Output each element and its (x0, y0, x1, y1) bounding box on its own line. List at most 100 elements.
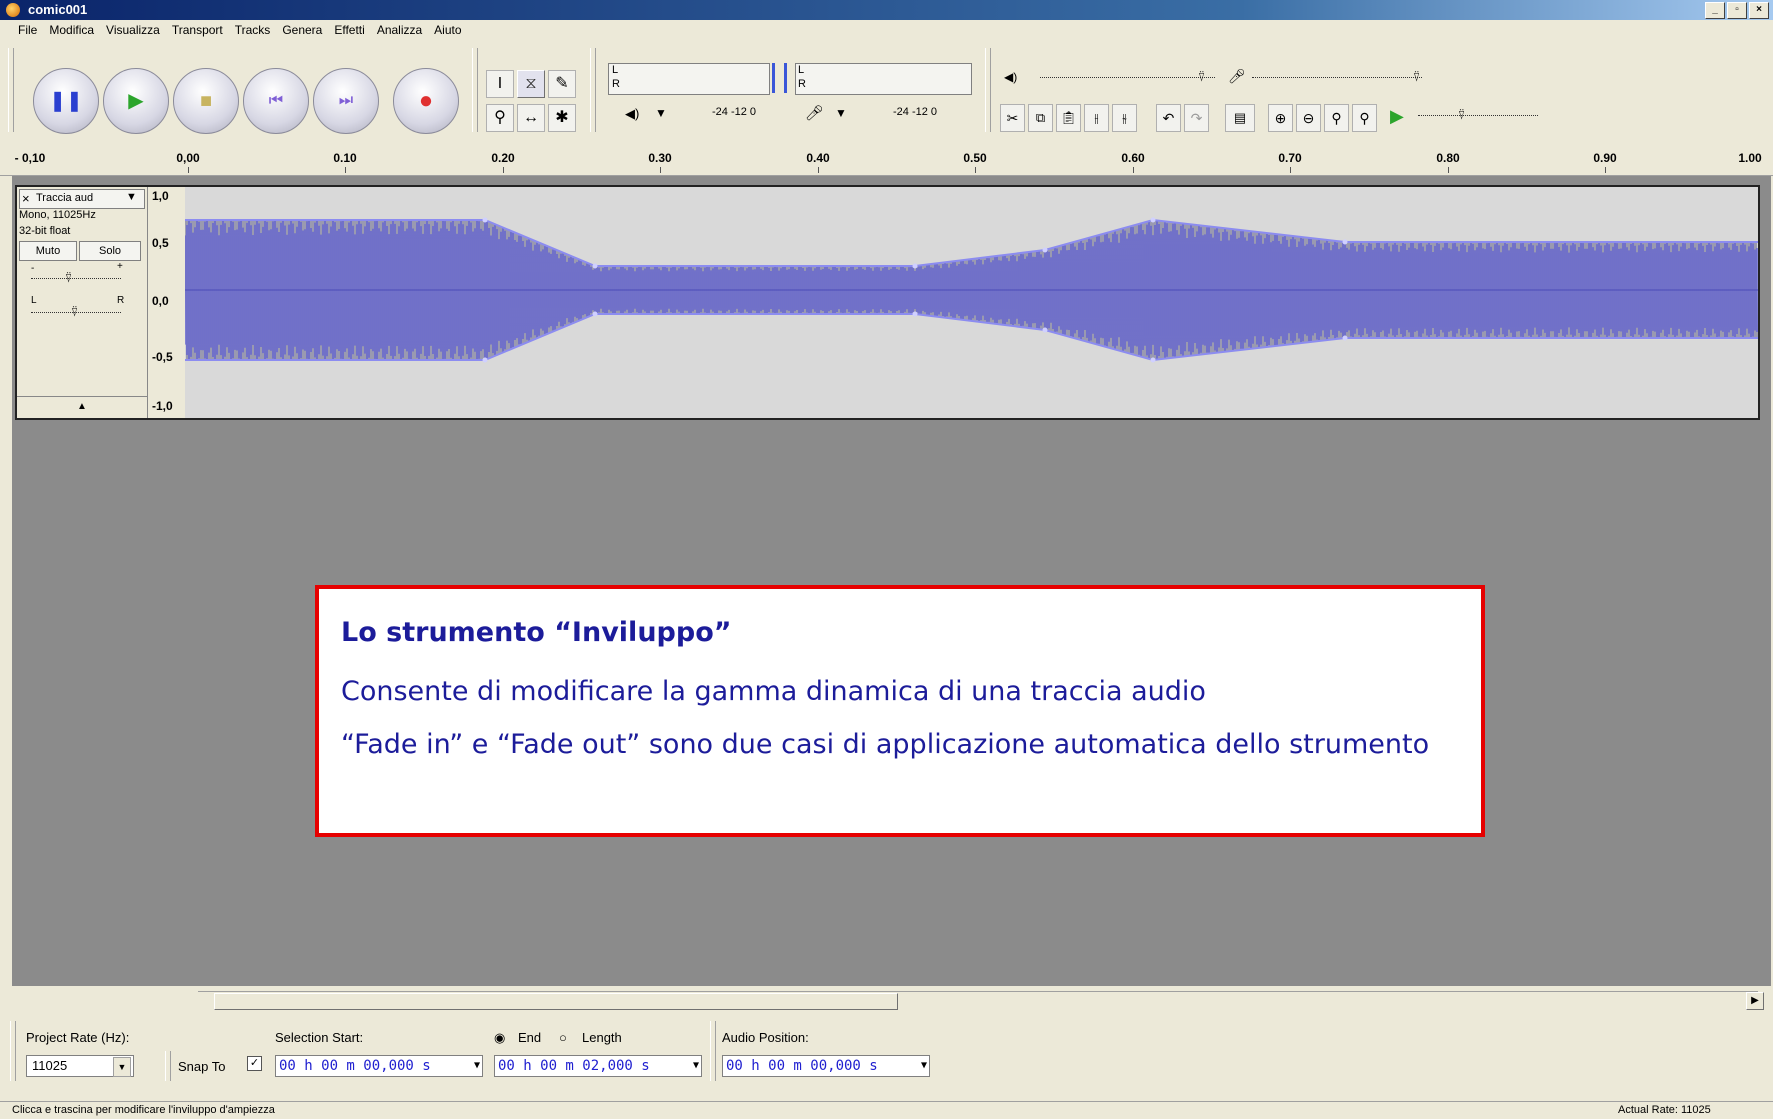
output-volume-icon: ◀) (1004, 70, 1018, 84)
envelope-control-point[interactable] (912, 311, 918, 317)
input-meter[interactable] (795, 63, 972, 95)
trim-button[interactable]: ⫲ (1084, 104, 1109, 132)
tools-grip[interactable] (472, 48, 478, 132)
meter-grip[interactable] (590, 48, 596, 132)
envelope-control-point[interactable] (1150, 217, 1156, 223)
selection-tool[interactable]: I (486, 70, 514, 98)
sync-lock-button[interactable]: ▤ (1225, 104, 1255, 132)
microphone-icon[interactable]: 🎤︎ (805, 104, 824, 122)
audio-position-field[interactable]: 00 h 00 m 00,000 s ▼ (722, 1055, 930, 1077)
menu-effetti[interactable]: Effetti (328, 20, 370, 40)
envelope-control-point[interactable] (1042, 247, 1048, 253)
format-menu-icon[interactable]: ▼ (474, 1056, 480, 1076)
envelope-control-point[interactable] (1342, 335, 1348, 341)
input-meter-menu-icon[interactable]: ▼ (835, 106, 847, 120)
fit-selection-button[interactable]: ⚲ (1324, 104, 1349, 132)
menu-aiuto[interactable]: Aiuto (428, 20, 467, 40)
zoom-tool[interactable]: ⚲ (486, 104, 514, 132)
play-button[interactable]: ▶ (103, 68, 169, 134)
output-meter[interactable] (608, 63, 770, 95)
menu-transport[interactable]: Transport (166, 20, 229, 40)
paste-button[interactable]: 📋︎ (1056, 104, 1081, 132)
envelope-control-point[interactable] (592, 311, 598, 317)
multi-tool[interactable]: ✱ (548, 104, 576, 132)
waveform-area[interactable] (184, 187, 1758, 418)
minimize-button[interactable]: _ (1705, 2, 1725, 19)
speaker-icon[interactable]: ◀) (625, 106, 639, 122)
redo-button[interactable]: ↷ (1184, 104, 1209, 132)
format-menu-icon[interactable]: ▼ (921, 1056, 927, 1076)
format-menu-icon[interactable]: ▼ (693, 1056, 699, 1076)
dropdown-arrow-icon[interactable]: ▼ (113, 1057, 131, 1077)
timeshift-tool[interactable]: ↔ (517, 104, 545, 132)
slider-knob[interactable]: ⍢ (1458, 108, 1470, 122)
close-track-icon[interactable]: × (22, 191, 30, 206)
project-rate-value: 11025 (32, 1058, 68, 1073)
scroll-right-button[interactable]: ▶ (1746, 992, 1764, 1010)
length-radio[interactable]: ○ (559, 1030, 567, 1045)
mute-button[interactable]: Muto (19, 241, 77, 261)
menu-analizza[interactable]: Analizza (371, 20, 428, 40)
envelope-control-point[interactable] (1150, 357, 1156, 363)
play-speed-slider[interactable]: ⍢ (1418, 108, 1538, 122)
project-rate-select[interactable]: 11025 ▼ (26, 1055, 134, 1077)
output-meter-menu-icon[interactable]: ▼ (655, 106, 667, 120)
pan-slider[interactable]: ⍢ (31, 305, 121, 319)
stop-button[interactable]: ■ (173, 68, 239, 134)
horizontal-scrollbar[interactable] (198, 991, 1758, 1010)
envelope-control-point[interactable] (912, 263, 918, 269)
track-name-button[interactable]: × Traccia aud ▼ (19, 189, 145, 209)
record-button[interactable]: ● (393, 68, 459, 134)
scrollbar-thumb[interactable] (214, 993, 898, 1010)
mixer-grip[interactable] (985, 48, 991, 132)
project-rate-label: Project Rate (Hz): (26, 1030, 130, 1045)
toolbar-grip[interactable] (8, 48, 14, 132)
track-menu-arrow-icon[interactable]: ▼ (126, 191, 137, 203)
selection-end-field[interactable]: 00 h 00 m 02,000 s ▼ (494, 1055, 702, 1077)
draw-tool[interactable]: ✎ (548, 70, 576, 98)
output-volume-slider[interactable]: ⍢ (1040, 70, 1215, 84)
selection-bar-grip[interactable] (10, 1021, 16, 1081)
pause-icon: ❚❚ (49, 90, 83, 112)
fit-project-button[interactable]: ⚲ (1352, 104, 1377, 132)
ruler-tick (1133, 167, 1134, 173)
cut-button[interactable]: ✂ (1000, 104, 1025, 132)
slider-knob[interactable]: ⍢ (71, 305, 83, 319)
envelope-tool[interactable]: ⧖ (517, 70, 545, 98)
snap-to-checkbox[interactable]: ✓ (247, 1056, 262, 1071)
envelope-control-point[interactable] (1042, 327, 1048, 333)
play-at-speed-icon[interactable]: ▶ (1390, 106, 1404, 127)
slider-knob[interactable]: ⍢ (1198, 70, 1210, 84)
menu-tracks[interactable]: Tracks (229, 20, 277, 40)
waveform[interactable] (184, 187, 1758, 418)
timeline-ruler[interactable]: - 0,10 0,00 0.10 0.20 0.30 0.40 0.50 0.6… (0, 145, 1773, 176)
skip-start-button[interactable]: ⏮ (243, 68, 309, 134)
input-volume-slider[interactable]: ⍢ (1252, 70, 1422, 84)
envelope-control-point[interactable] (592, 263, 598, 269)
menu-genera[interactable]: Genera (276, 20, 328, 40)
menu-file[interactable]: File (12, 20, 43, 40)
menu-modifica[interactable]: Modifica (43, 20, 100, 40)
zoom-in-button[interactable]: ⊕ (1268, 104, 1293, 132)
zoom-out-button[interactable]: ⊖ (1296, 104, 1321, 132)
envelope-control-point[interactable] (482, 217, 488, 223)
envelope-control-point[interactable] (1342, 239, 1348, 245)
collapse-track-button[interactable]: ▲ (17, 396, 147, 419)
pause-button[interactable]: ❚❚ (33, 68, 99, 134)
solo-button[interactable]: Solo (79, 241, 141, 261)
slider-knob[interactable]: ⍢ (65, 271, 77, 285)
snap-grip (165, 1051, 171, 1081)
menu-visualizza[interactable]: Visualizza (100, 20, 166, 40)
close-button[interactable]: × (1749, 2, 1769, 19)
maximize-button[interactable]: ▫ (1727, 2, 1747, 19)
envelope-control-point[interactable] (482, 357, 488, 363)
copy-button[interactable]: ⧉ (1028, 104, 1053, 132)
silence-button[interactable]: ⫳ (1112, 104, 1137, 132)
selection-start-field[interactable]: 00 h 00 m 00,000 s ▼ (275, 1055, 483, 1077)
gain-slider[interactable]: ⍢ (31, 271, 121, 285)
undo-button[interactable]: ↶ (1156, 104, 1181, 132)
end-radio[interactable]: ◉ (494, 1030, 505, 1046)
snap-to-label: Snap To (178, 1059, 226, 1074)
slider-knob[interactable]: ⍢ (1413, 70, 1425, 84)
skip-end-button[interactable]: ⏭ (313, 68, 379, 134)
